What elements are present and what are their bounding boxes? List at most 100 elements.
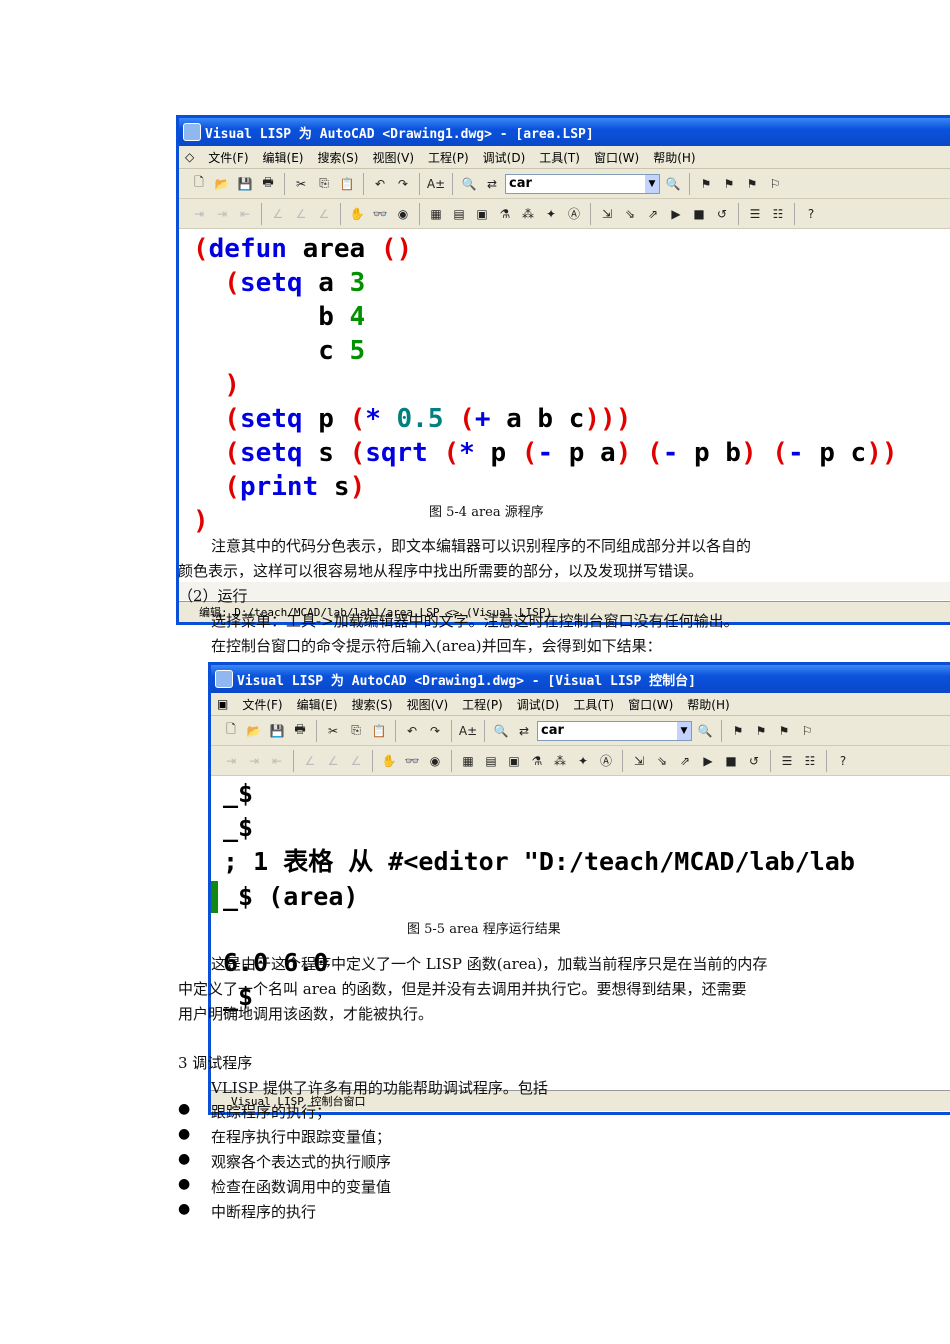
menu-edit[interactable]: 编辑(E) (263, 149, 304, 166)
console-output[interactable]: _$ _$ ; 1 表格 从 #<editor "D:/teach/MCAD/lab… (211, 777, 950, 1087)
continue-icon[interactable]: ▶ (698, 752, 718, 770)
break-icon[interactable]: ◉ (425, 752, 445, 770)
indent3-icon[interactable]: ⇤ (267, 752, 287, 770)
quit-icon[interactable]: ■ (689, 205, 709, 223)
indent3-icon[interactable]: ⇤ (235, 205, 255, 223)
menu-project[interactable]: 工程(P) (428, 149, 469, 166)
watch-icon[interactable]: 👓 (402, 752, 422, 770)
hand-icon[interactable]: ✋ (379, 752, 399, 770)
hand-icon[interactable]: ✋ (347, 205, 367, 223)
copy-icon[interactable]: ⎘ (314, 175, 334, 193)
menu-view[interactable]: 视图(V) (407, 696, 449, 713)
menu-debug[interactable]: 调试(D) (517, 696, 560, 713)
horizontal-scrollbar[interactable] (179, 582, 950, 600)
help-icon[interactable]: ? (801, 205, 821, 223)
find-next-icon[interactable]: 🔍 (663, 175, 683, 193)
menu-tools[interactable]: 工具(T) (539, 149, 580, 166)
print-icon[interactable]: 🖶 (290, 722, 310, 740)
bookmark-next-icon[interactable]: ⚑ (751, 722, 771, 740)
cut-icon[interactable]: ✂ (323, 722, 343, 740)
inspect-icon[interactable]: ⚗ (495, 205, 515, 223)
find-icon[interactable]: 🔍 (491, 722, 511, 740)
trace-icon[interactable]: ⁂ (518, 205, 538, 223)
menu-window[interactable]: 窗口(W) (594, 149, 639, 166)
window-icon[interactable]: ▤ (449, 205, 469, 223)
search-combo[interactable]: car ▼ (537, 720, 692, 741)
menu-edit[interactable]: 编辑(E) (297, 696, 338, 713)
indent2-icon[interactable]: ⇥ (212, 205, 232, 223)
indent2-icon[interactable]: ⇥ (244, 752, 264, 770)
console-icon[interactable]: ▣ (472, 205, 492, 223)
comment-icon[interactable]: ∠ (300, 752, 320, 770)
list-icon[interactable]: ☰ (777, 752, 797, 770)
symbol-icon[interactable]: ✦ (541, 205, 561, 223)
menu-search[interactable]: 搜索(S) (352, 696, 393, 713)
paste-icon[interactable]: 📋 (369, 722, 389, 740)
menu-file[interactable]: 文件(F) (242, 696, 282, 713)
bookmark-icon[interactable]: ⚑ (696, 175, 716, 193)
step-over-icon[interactable]: ⇘ (652, 752, 672, 770)
watch-icon[interactable]: 👓 (370, 205, 390, 223)
search-combo[interactable]: car ▼ (505, 173, 660, 194)
undo-icon[interactable]: ↶ (370, 175, 390, 193)
bookmark-next-icon[interactable]: ⚑ (719, 175, 739, 193)
save-icon[interactable]: 💾 (235, 175, 255, 193)
project-icon[interactable]: ▦ (458, 752, 478, 770)
replace-icon[interactable]: ⇄ (482, 175, 502, 193)
print-icon[interactable]: 🖶 (258, 175, 278, 193)
undo-icon[interactable]: ↶ (402, 722, 422, 740)
save-icon[interactable]: 💾 (267, 722, 287, 740)
clear-bookmarks-icon[interactable]: ⚐ (797, 722, 817, 740)
bookmark-prev-icon[interactable]: ⚑ (742, 175, 762, 193)
menu-help[interactable]: 帮助(H) (653, 149, 695, 166)
trace-icon[interactable]: ⁂ (550, 752, 570, 770)
indent-icon[interactable]: ⇥ (189, 205, 209, 223)
menu-window[interactable]: 窗口(W) (628, 696, 673, 713)
copy-icon[interactable]: ⎘ (346, 722, 366, 740)
paste-icon[interactable]: 📋 (337, 175, 357, 193)
symbol-icon[interactable]: ✦ (573, 752, 593, 770)
list2-icon[interactable]: ☷ (768, 205, 788, 223)
reset-icon[interactable]: ↺ (744, 752, 764, 770)
format-icon[interactable]: A± (426, 175, 446, 193)
comment2-icon[interactable]: ∠ (323, 752, 343, 770)
apropos-icon[interactable]: Ⓐ (596, 752, 616, 770)
open-icon[interactable]: 📂 (244, 722, 264, 740)
help-icon[interactable]: ? (833, 752, 853, 770)
inspect-icon[interactable]: ⚗ (527, 752, 547, 770)
menu-tools[interactable]: 工具(T) (573, 696, 614, 713)
chevron-down-icon[interactable]: ▼ (645, 174, 659, 193)
list-icon[interactable]: ☰ (745, 205, 765, 223)
step-icon[interactable]: ⇲ (629, 752, 649, 770)
step-out-icon[interactable]: ⇗ (643, 205, 663, 223)
replace-icon[interactable]: ⇄ (514, 722, 534, 740)
chevron-down-icon[interactable]: ▼ (677, 721, 691, 740)
uncomment-icon[interactable]: ∠ (314, 205, 334, 223)
reset-icon[interactable]: ↺ (712, 205, 732, 223)
clear-bookmarks-icon[interactable]: ⚐ (765, 175, 785, 193)
menu-help[interactable]: 帮助(H) (687, 696, 729, 713)
cut-icon[interactable]: ✂ (291, 175, 311, 193)
list2-icon[interactable]: ☷ (800, 752, 820, 770)
comment-icon[interactable]: ∠ (268, 205, 288, 223)
quit-icon[interactable]: ■ (721, 752, 741, 770)
find-icon[interactable]: 🔍 (459, 175, 479, 193)
step-icon[interactable]: ⇲ (597, 205, 617, 223)
code-editor[interactable]: (defun area () (setq a 3 b 4 c 5 ) (setq… (179, 232, 950, 582)
redo-icon[interactable]: ↷ (425, 722, 445, 740)
comment2-icon[interactable]: ∠ (291, 205, 311, 223)
uncomment-icon[interactable]: ∠ (346, 752, 366, 770)
continue-icon[interactable]: ▶ (666, 205, 686, 223)
bookmark-icon[interactable]: ⚑ (728, 722, 748, 740)
redo-icon[interactable]: ↷ (393, 175, 413, 193)
step-out-icon[interactable]: ⇗ (675, 752, 695, 770)
new-file-icon[interactable]: 🗋 (221, 722, 241, 740)
menu-debug[interactable]: 调试(D) (483, 149, 526, 166)
menu-view[interactable]: 视图(V) (372, 149, 414, 166)
find-next-icon[interactable]: 🔍 (695, 722, 715, 740)
menu-file[interactable]: 文件(F) (208, 149, 248, 166)
break-icon[interactable]: ◉ (393, 205, 413, 223)
open-icon[interactable]: 📂 (212, 175, 232, 193)
apropos-icon[interactable]: Ⓐ (564, 205, 584, 223)
project-icon[interactable]: ▦ (426, 205, 446, 223)
